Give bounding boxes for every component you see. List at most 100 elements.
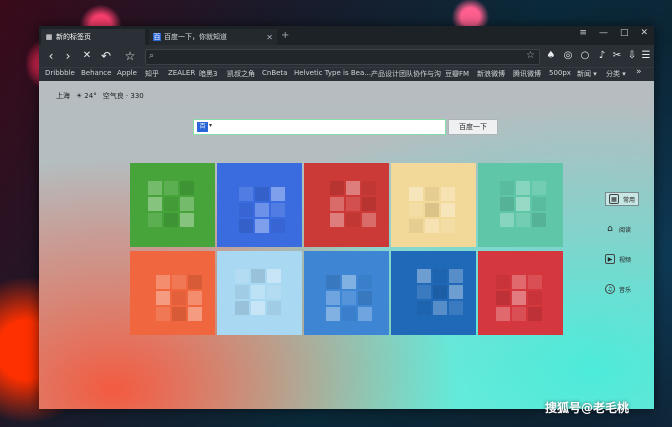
speed-dial-tile[interactable] xyxy=(304,251,389,335)
side-nav-video[interactable]: ▶ 视频 xyxy=(605,254,631,264)
tile-pixel xyxy=(433,269,447,283)
tile-pixel xyxy=(358,307,372,321)
menu-icon[interactable]: ≡ xyxy=(579,28,587,38)
speed-dial-grid xyxy=(130,163,563,336)
engine-dropdown-icon[interactable]: ▾ xyxy=(209,122,212,129)
tile-pixel xyxy=(409,219,423,233)
screenshot-icon[interactable]: ✂ xyxy=(610,49,624,63)
tile-pixel xyxy=(528,291,542,305)
speed-dial-tile[interactable] xyxy=(478,163,563,247)
more-bookmarks-icon[interactable]: » xyxy=(636,67,642,77)
bookmark-item[interactable]: 产品设计团队协作与沟 xyxy=(371,69,441,79)
bookmark-dropdown[interactable]: 新闻 ▾ xyxy=(577,69,597,79)
bookmark-item[interactable]: 知乎 xyxy=(145,69,159,79)
tile-pixel xyxy=(330,197,344,211)
window-controls: ≡ — □ ✕ xyxy=(579,28,648,38)
speed-dial-tile[interactable] xyxy=(217,163,302,247)
menu-icon[interactable]: ☰ xyxy=(639,49,653,63)
stop-icon[interactable]: ✕ xyxy=(80,48,94,64)
play-icon: ▶ xyxy=(605,254,615,264)
circle-icon[interactable]: ○ xyxy=(578,49,592,63)
speed-dial-tile[interactable] xyxy=(130,251,215,335)
speed-dial-tile[interactable] xyxy=(391,251,476,335)
tile-pixel xyxy=(449,301,463,315)
sun-icon: ☀ xyxy=(76,92,83,100)
bookmark-item[interactable]: 500px xyxy=(549,69,571,77)
search-input[interactable]: 百 ▾ xyxy=(193,119,446,135)
side-nav-music[interactable]: ♫ 音乐 xyxy=(605,284,631,294)
speed-dial-tile[interactable] xyxy=(304,163,389,247)
download-icon[interactable]: ⇩ xyxy=(625,49,639,63)
bookmark-item[interactable]: Dribbble xyxy=(45,69,75,77)
address-bar[interactable]: ⌕ ☆ xyxy=(145,49,540,65)
tile-pixel xyxy=(251,301,265,315)
search-button[interactable]: 百度一下 xyxy=(448,119,498,135)
undo-close-icon[interactable]: ↶ xyxy=(99,48,113,64)
tile-pixel xyxy=(496,275,510,289)
tile-pixel xyxy=(239,187,253,201)
tile-pixel xyxy=(449,269,463,283)
tile-pixel xyxy=(172,291,186,305)
tile-pixel xyxy=(156,307,170,321)
bookmark-item[interactable]: 凯叔之角 xyxy=(227,69,255,79)
compass-icon[interactable]: ◎ xyxy=(561,49,575,63)
bookmark-item[interactable]: 豆瓣FM xyxy=(445,69,469,79)
bookmark-item[interactable]: 新浪微博 xyxy=(477,69,505,79)
speed-dial-tile[interactable] xyxy=(130,163,215,247)
bookmark-item[interactable]: Behance xyxy=(81,69,111,77)
back-icon[interactable]: ‹ xyxy=(44,48,58,64)
bookmark-dropdown[interactable]: 分类 ▾ xyxy=(606,69,626,79)
tab-new-tab[interactable]: ▦ 新的标签页 xyxy=(41,29,145,45)
tile-pixel xyxy=(326,291,340,305)
weather-city: 上海 xyxy=(56,92,70,100)
tile-pixel xyxy=(425,219,439,233)
side-nav-common[interactable]: ▦ 常用 xyxy=(605,192,640,206)
tile-pixel xyxy=(516,213,530,227)
bookmark-item[interactable]: 暗黑3 xyxy=(199,69,217,79)
speed-dial-tile[interactable] xyxy=(391,163,476,247)
forward-icon[interactable]: › xyxy=(61,48,75,64)
new-tab-button[interactable]: + xyxy=(281,30,289,41)
tile-pixel xyxy=(409,187,423,201)
baidu-engine-icon[interactable]: 百 xyxy=(197,122,208,132)
side-nav-reading[interactable]: ⌂ 阅读 xyxy=(605,224,631,234)
tile-pixel xyxy=(251,269,265,283)
search-icon: ⌕ xyxy=(149,51,155,61)
tile-pixel xyxy=(528,275,542,289)
favorite-icon[interactable]: ☆ xyxy=(123,48,137,64)
tab-baidu[interactable]: 百 百度一下，你就知道 ✕ xyxy=(149,29,277,45)
tile-pixel xyxy=(512,307,526,321)
tile-pixel xyxy=(180,197,194,211)
tile-pixel xyxy=(330,213,344,227)
bookmark-item[interactable]: ZEALER xyxy=(168,69,195,77)
toolbar: ‹ › ✕ ↶ ☆ ⌕ ☆ ♠ ◎ ○ ♪ ✂ ⇩ ☰ xyxy=(39,45,654,67)
tile-pixel xyxy=(425,187,439,201)
bookmark-item[interactable]: Helvetic Type is Bea... xyxy=(294,69,371,77)
close-window-icon[interactable]: ✕ xyxy=(640,28,648,38)
tile-pixel xyxy=(172,307,186,321)
bookmarks-bar: Dribbble Behance Apple 知乎 ZEALER 暗黑3 凯叔之… xyxy=(39,67,654,81)
sound-icon[interactable]: ♪ xyxy=(595,49,609,63)
tile-pixel xyxy=(417,285,431,299)
bookmark-star-icon[interactable]: ☆ xyxy=(526,50,535,61)
tile-pixel xyxy=(267,301,281,315)
bookmark-item[interactable]: Apple xyxy=(117,69,137,77)
tile-pixel xyxy=(362,197,376,211)
side-nav-label: 常用 xyxy=(623,196,636,204)
weather-widget[interactable]: 上海 ☀ 24° 空气良 · 330 xyxy=(56,91,144,101)
browser-window: ▦ 新的标签页 百 百度一下，你就知道 ✕ + ≡ — □ ✕ ‹ › ✕ ↶ … xyxy=(39,26,654,409)
speed-dial-tile[interactable] xyxy=(478,251,563,335)
tile-pixel xyxy=(512,291,526,305)
speed-dial-tile[interactable] xyxy=(217,251,302,335)
tile-pixel xyxy=(528,307,542,321)
tile-pixel xyxy=(409,203,423,217)
bookmark-item[interactable]: CnBeta xyxy=(262,69,287,77)
minimize-icon[interactable]: — xyxy=(599,28,608,38)
bookmark-item[interactable]: 腾讯微博 xyxy=(513,69,541,79)
baidu-icon: 百 xyxy=(153,33,161,41)
tile-pixel xyxy=(235,285,249,299)
maximize-icon[interactable]: □ xyxy=(620,28,629,38)
tile-pixel xyxy=(500,197,514,211)
close-tab-icon[interactable]: ✕ xyxy=(266,33,273,42)
extension-icon[interactable]: ♠ xyxy=(544,49,558,63)
